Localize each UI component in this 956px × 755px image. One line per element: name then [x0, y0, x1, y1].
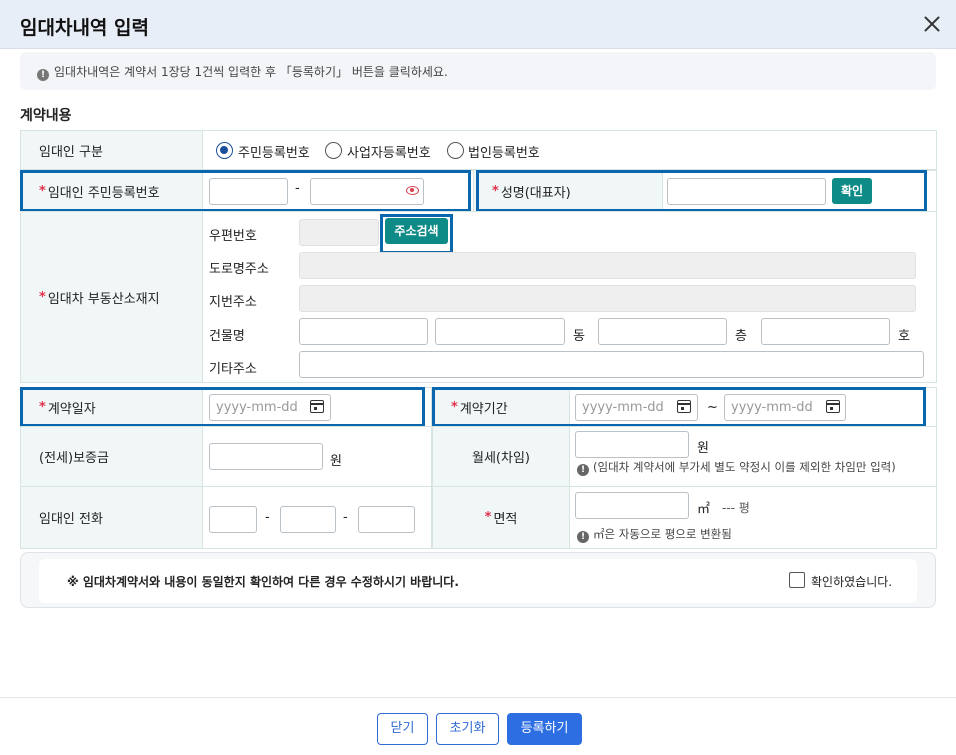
address-search-button[interactable]: 주소검색: [385, 218, 448, 244]
name-confirm-button[interactable]: 확인: [832, 178, 872, 204]
etc-address-input[interactable]: [299, 351, 924, 378]
rent-label-text: 월세(차임): [472, 451, 530, 466]
area-label: * 면적: [432, 486, 570, 549]
building-name-input[interactable]: [299, 318, 428, 345]
deposit-label-text: (전세)보증금: [39, 451, 109, 466]
building-floor-input[interactable]: [598, 318, 727, 345]
radio-corporate[interactable]: [447, 142, 464, 159]
floor-unit: 층: [735, 329, 747, 344]
radio-resident[interactable]: [216, 142, 233, 159]
area-unit: ㎡: [697, 502, 711, 517]
info-icon: !: [577, 531, 589, 543]
rent-label: 월세(차임): [432, 426, 570, 487]
notice-text: 임대차내역은 계약서 1장당 1건씩 입력한 후 「등록하기」 버튼을 클릭하세…: [54, 65, 448, 79]
dialog-footer: 닫기 초기화 등록하기: [0, 697, 956, 755]
lease-entry-dialog: 임대차내역 입력 ! 임대차내역은 계약서 1장당 1건씩 입력한 후 「등록하기…: [0, 0, 956, 755]
dialog-header: 임대차내역 입력: [0, 0, 956, 49]
info-icon: !: [37, 69, 49, 81]
resident-no-label: * 임대인 주민등록번호: [20, 170, 203, 212]
lot-address-input[interactable]: [299, 285, 916, 312]
resident-no-separator: -: [295, 181, 300, 196]
phone-label-text: 임대인 전화: [39, 512, 103, 527]
phone-1-input[interactable]: [209, 506, 257, 533]
building-label: 건물명: [209, 329, 245, 344]
deposit-unit: 원: [330, 454, 342, 469]
road-address-label: 도로명주소: [209, 262, 269, 277]
deposit-label: (전세)보증금: [20, 426, 203, 487]
building-dong-input[interactable]: [435, 318, 565, 345]
info-icon: !: [577, 464, 589, 476]
calendar-icon[interactable]: [826, 400, 840, 413]
close-icon[interactable]: [920, 12, 944, 36]
radio-corporate-label: 법인등록번호: [468, 146, 540, 161]
phone-sep-2: -: [343, 510, 348, 525]
name-label-text: 성명(대표자): [500, 185, 571, 201]
calendar-icon[interactable]: [310, 400, 324, 413]
ho-unit: 호: [898, 329, 910, 344]
phone-label: 임대인 전화: [20, 486, 203, 549]
dialog-title: 임대차내역 입력: [20, 17, 149, 39]
area-label-text: 면적: [493, 512, 518, 527]
area-note: ! ㎡은 자동으로 평으로 변환됨: [577, 526, 732, 543]
rent-note: ! (임대차 계약서에 부가세 별도 약정시 이를 제외한 차임만 입력): [577, 459, 896, 476]
lessor-type-label-text: 임대인 구분: [39, 144, 103, 160]
contract-date-placeholder: yyyy-mm-dd: [216, 400, 298, 415]
confirm-checkbox[interactable]: [789, 572, 805, 588]
resident-no-front-input[interactable]: [209, 178, 288, 205]
confirm-panel: ※ 임대차계약서와 내용이 동일한지 확인하여 다른 경우 수정하시기 바랍니다…: [20, 552, 936, 608]
resident-no-label-text: 임대인 주민등록번호: [47, 185, 160, 201]
contract-period-label: * 계약기간: [432, 387, 570, 427]
confirm-checkbox-label: 확인하였습니다.: [811, 575, 893, 589]
radio-business[interactable]: [325, 142, 342, 159]
postal-label: 우편번호: [209, 229, 257, 244]
road-address-input[interactable]: [299, 252, 916, 279]
dong-unit: 동: [573, 329, 585, 344]
area-note-text: ㎡은 자동으로 평으로 변환됨: [593, 527, 732, 541]
name-label: * 성명(대표자): [473, 170, 663, 212]
etc-address-label: 기타주소: [209, 362, 257, 377]
close-button[interactable]: 닫기: [377, 713, 428, 745]
pyeong-value: --- 평: [722, 501, 750, 515]
period-start-placeholder: yyyy-mm-dd: [582, 400, 664, 415]
period-end-placeholder: yyyy-mm-dd: [731, 400, 813, 415]
name-input[interactable]: [667, 178, 826, 205]
contract-date-label-text: 계약일자: [47, 401, 96, 417]
contract-date-label: * 계약일자: [20, 387, 203, 427]
deposit-input[interactable]: [209, 443, 323, 470]
contract-period-label-text: 계약기간: [459, 401, 508, 417]
building-ho-input[interactable]: [761, 318, 890, 345]
section-title: 계약내용: [20, 108, 72, 124]
notice-banner: ! 임대차내역은 계약서 1장당 1건씩 입력한 후 「등록하기」 버튼을 클릭하…: [20, 52, 936, 90]
calendar-icon[interactable]: [677, 400, 691, 413]
phone-3-input[interactable]: [358, 506, 415, 533]
phone-2-input[interactable]: [280, 506, 336, 533]
lot-address-label: 지번주소: [209, 295, 257, 310]
address-label: * 임대차 부동산소재지: [20, 211, 203, 383]
rent-note-text: (임대차 계약서에 부가세 별도 약정시 이를 제외한 차임만 입력): [593, 460, 896, 474]
rent-input[interactable]: [575, 431, 689, 458]
confirm-text: ※ 임대차계약서와 내용이 동일한지 확인하여 다른 경우 수정하시기 바랍니다…: [67, 575, 459, 589]
rent-unit: 원: [697, 441, 709, 456]
period-tilde: ~: [707, 400, 718, 415]
lessor-type-cell: [202, 130, 937, 170]
reset-button[interactable]: 초기화: [436, 713, 499, 745]
address-label-text: 임대차 부동산소재지: [47, 291, 160, 307]
phone-sep-1: -: [265, 510, 270, 525]
register-button[interactable]: 등록하기: [507, 713, 582, 745]
eye-toggle-icon[interactable]: [406, 186, 419, 195]
radio-business-label: 사업자등록번호: [347, 146, 431, 161]
confirm-inner: ※ 임대차계약서와 내용이 동일한지 확인하여 다른 경우 수정하시기 바랍니다…: [39, 559, 917, 603]
lessor-type-label: 임대인 구분: [20, 130, 203, 170]
area-input[interactable]: [575, 492, 689, 519]
radio-resident-label: 주민등록번호: [238, 146, 310, 161]
postal-input[interactable]: [299, 219, 379, 246]
